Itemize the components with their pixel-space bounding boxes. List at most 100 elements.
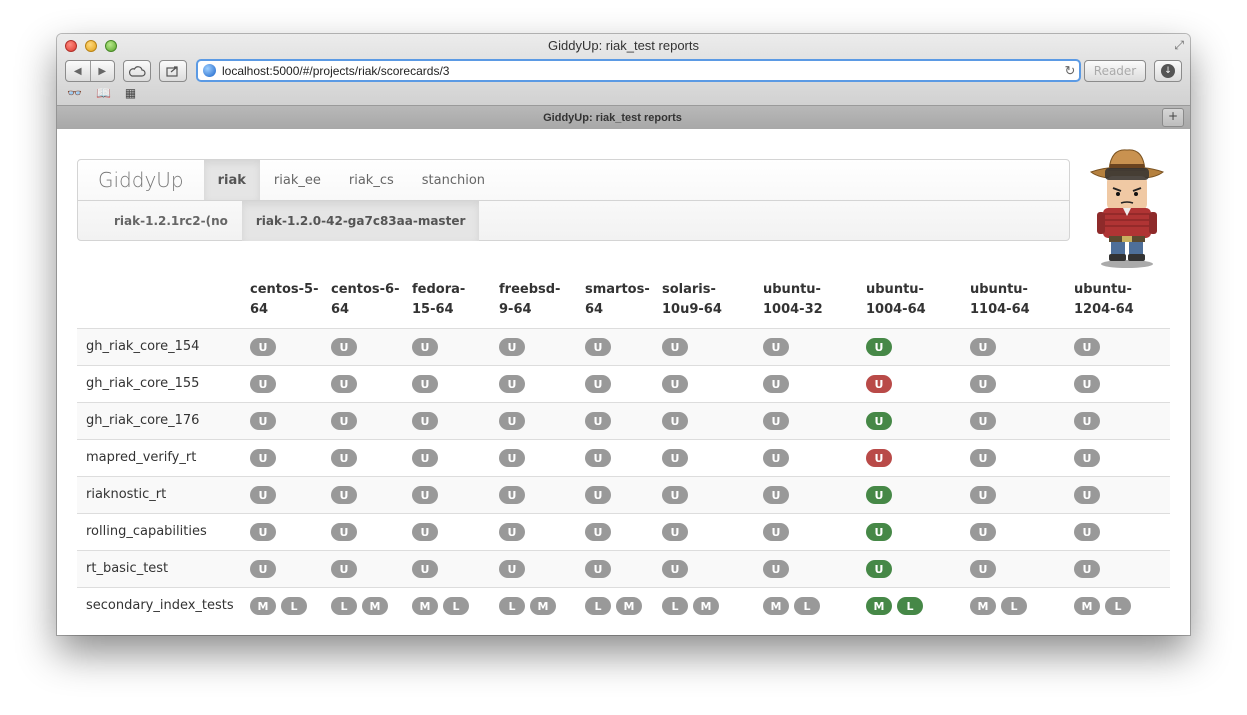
result-badge[interactable]: U <box>866 412 892 430</box>
new-tab-button[interactable]: + <box>1162 108 1184 127</box>
result-badge[interactable]: U <box>412 449 438 467</box>
result-badge[interactable]: M <box>970 597 996 615</box>
result-badge[interactable]: L <box>1001 597 1027 615</box>
project-tab-riak-cs[interactable]: riak_cs <box>335 160 408 200</box>
result-badge[interactable]: M <box>616 597 642 615</box>
result-badge[interactable]: U <box>499 523 525 541</box>
result-badge[interactable]: L <box>443 597 469 615</box>
glasses-icon[interactable]: 👓 <box>67 86 82 100</box>
address-bar[interactable]: localhost:5000/#/projects/riak/scorecard… <box>196 59 1081 82</box>
project-tab-riak-ee[interactable]: riak_ee <box>260 160 335 200</box>
scorecard-tab-1[interactable]: riak-1.2.1rc2-(no <box>100 201 242 241</box>
result-badge[interactable]: U <box>662 523 688 541</box>
result-badge[interactable]: U <box>250 449 276 467</box>
tab-giddyup[interactable]: GiddyUp: riak_test reports <box>67 108 1158 130</box>
result-badge[interactable]: U <box>499 449 525 467</box>
result-badge[interactable]: M <box>530 597 556 615</box>
result-badge[interactable]: U <box>1074 449 1100 467</box>
result-badge[interactable]: U <box>866 486 892 504</box>
result-badge[interactable]: U <box>412 412 438 430</box>
result-badge[interactable]: U <box>662 449 688 467</box>
result-badge[interactable]: U <box>866 375 892 393</box>
result-badge[interactable]: U <box>412 560 438 578</box>
result-badge[interactable]: U <box>499 560 525 578</box>
result-badge[interactable]: U <box>585 523 611 541</box>
forward-arrow-icon[interactable]: ▶ <box>91 66 115 77</box>
result-badge[interactable]: U <box>331 338 357 356</box>
result-badge[interactable]: U <box>763 486 789 504</box>
result-badge[interactable]: U <box>250 486 276 504</box>
result-badge[interactable]: M <box>1074 597 1100 615</box>
result-badge[interactable]: L <box>585 597 611 615</box>
result-badge[interactable]: U <box>412 338 438 356</box>
result-badge[interactable]: U <box>585 412 611 430</box>
result-badge[interactable]: U <box>763 375 789 393</box>
result-badge[interactable]: U <box>499 375 525 393</box>
result-badge[interactable]: U <box>499 486 525 504</box>
icloud-tabs-button[interactable] <box>123 60 151 82</box>
result-badge[interactable]: U <box>499 412 525 430</box>
result-badge[interactable]: U <box>763 560 789 578</box>
result-badge[interactable]: L <box>897 597 923 615</box>
result-badge[interactable]: U <box>250 338 276 356</box>
result-badge[interactable]: L <box>331 597 357 615</box>
reader-button[interactable]: Reader <box>1084 60 1146 82</box>
reload-icon[interactable]: ↻ <box>1061 63 1079 79</box>
scorecard-tab-2[interactable]: riak-1.2.0-42-ga7c83aa-master <box>241 201 480 241</box>
share-button[interactable] <box>159 60 187 82</box>
result-badge[interactable]: U <box>250 412 276 430</box>
result-badge[interactable]: M <box>866 597 892 615</box>
result-badge[interactable]: L <box>1105 597 1131 615</box>
result-badge[interactable]: U <box>585 338 611 356</box>
result-badge[interactable]: U <box>331 449 357 467</box>
result-badge[interactable]: U <box>250 523 276 541</box>
result-badge[interactable]: U <box>412 523 438 541</box>
result-badge[interactable]: U <box>585 560 611 578</box>
result-badge[interactable]: M <box>412 597 438 615</box>
result-badge[interactable]: U <box>763 523 789 541</box>
result-badge[interactable]: U <box>662 486 688 504</box>
result-badge[interactable]: U <box>250 560 276 578</box>
back-arrow-icon[interactable]: ◀ <box>66 66 90 77</box>
result-badge[interactable]: U <box>763 449 789 467</box>
result-badge[interactable]: U <box>499 338 525 356</box>
result-badge[interactable]: U <box>331 523 357 541</box>
result-badge[interactable]: U <box>662 412 688 430</box>
project-tab-stanchion[interactable]: stanchion <box>408 160 499 200</box>
result-badge[interactable]: M <box>250 597 276 615</box>
book-icon[interactable]: 📖 <box>96 86 111 100</box>
result-badge[interactable]: U <box>866 560 892 578</box>
project-tab-riak[interactable]: riak <box>203 160 260 200</box>
result-badge[interactable]: U <box>970 375 996 393</box>
result-badge[interactable]: U <box>331 486 357 504</box>
result-badge[interactable]: U <box>662 560 688 578</box>
result-badge[interactable]: U <box>866 338 892 356</box>
grid-icon[interactable]: ▦ <box>125 86 136 100</box>
result-badge[interactable]: M <box>362 597 388 615</box>
result-badge[interactable]: U <box>1074 523 1100 541</box>
result-badge[interactable]: L <box>281 597 307 615</box>
result-badge[interactable]: U <box>662 338 688 356</box>
result-badge[interactable]: U <box>1074 486 1100 504</box>
result-badge[interactable]: U <box>1074 338 1100 356</box>
result-badge[interactable]: M <box>693 597 719 615</box>
result-badge[interactable]: U <box>331 375 357 393</box>
url-text[interactable]: localhost:5000/#/projects/riak/scorecard… <box>222 64 1061 78</box>
result-badge[interactable]: U <box>585 449 611 467</box>
result-badge[interactable]: U <box>866 449 892 467</box>
result-badge[interactable]: U <box>250 375 276 393</box>
result-badge[interactable]: U <box>412 486 438 504</box>
result-badge[interactable]: U <box>970 412 996 430</box>
brand-logo[interactable]: GiddyUp <box>78 160 204 200</box>
result-badge[interactable]: U <box>1074 560 1100 578</box>
result-badge[interactable]: U <box>970 449 996 467</box>
result-badge[interactable]: L <box>794 597 820 615</box>
result-badge[interactable]: U <box>866 523 892 541</box>
fullscreen-icon[interactable]: ⤢ <box>1174 38 1184 53</box>
result-badge[interactable]: L <box>662 597 688 615</box>
result-badge[interactable]: U <box>331 412 357 430</box>
result-badge[interactable]: U <box>970 338 996 356</box>
result-badge[interactable]: U <box>763 412 789 430</box>
result-badge[interactable]: M <box>763 597 789 615</box>
result-badge[interactable]: L <box>499 597 525 615</box>
